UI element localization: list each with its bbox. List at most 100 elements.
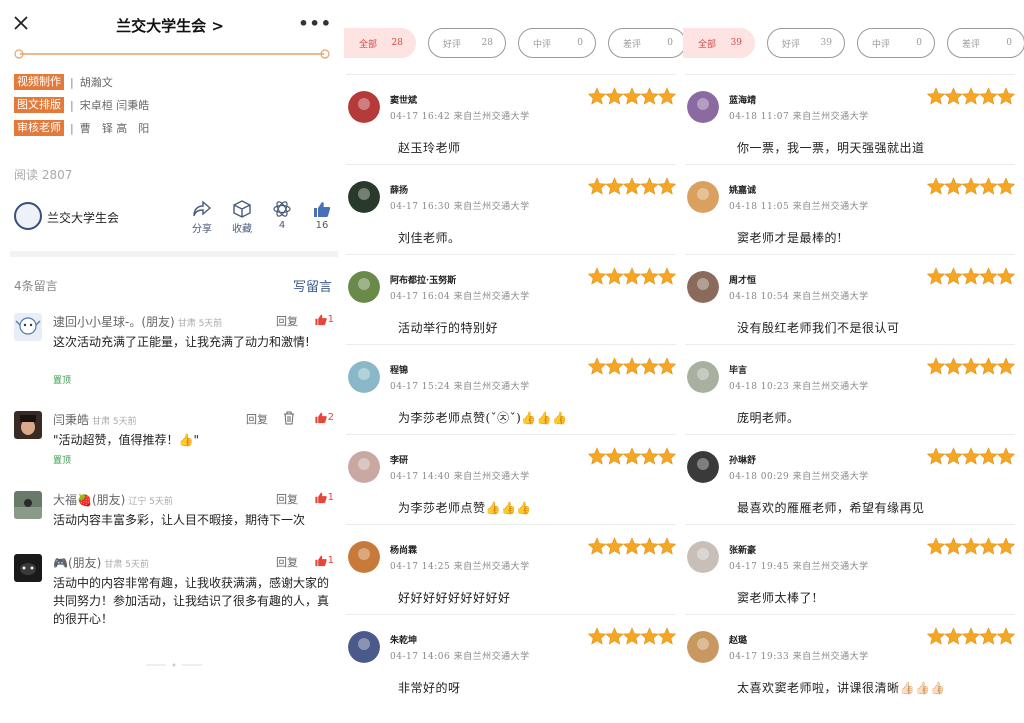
avatar[interactable]	[348, 541, 380, 573]
filter-bar: 全部 39 好评 39 中评 0 差评 0	[683, 28, 1024, 58]
comment-like-button[interactable]: 1	[314, 554, 334, 567]
comment-like-button[interactable]: 1	[314, 491, 334, 504]
avatar[interactable]	[687, 271, 719, 303]
star-icon	[927, 627, 946, 645]
filter-good-button[interactable]: 好评 39	[767, 28, 845, 58]
review-item: 朱乾坤 04-17 14:06 来自兰州交通大学 非常好的呀	[346, 614, 676, 704]
review-text: 活动举行的特别好	[398, 321, 499, 335]
avatar[interactable]	[348, 361, 380, 393]
avatar[interactable]	[687, 631, 719, 663]
star-rating	[927, 357, 1015, 375]
trash-icon[interactable]	[282, 411, 296, 425]
review-item: 姚嘉诚 04-18 11:05 来自兰州交通大学 窦老师才是最棒的!	[685, 164, 1015, 254]
reviewer-name[interactable]: 周才恒	[729, 273, 756, 286]
collect-button[interactable]: 收藏	[224, 200, 260, 235]
reviewer-name[interactable]: 朱乾坤	[390, 633, 417, 646]
reviewer-name[interactable]: 窦世斌	[390, 93, 417, 106]
avatar[interactable]	[348, 181, 380, 213]
review-text: 窦老师才是最棒的!	[737, 231, 843, 245]
comment-body: "活动超赞，值得推荐！👍"	[53, 433, 199, 447]
comment-like-button[interactable]: 1	[314, 313, 334, 326]
avatar[interactable]	[687, 181, 719, 213]
filter-neutral-button[interactable]: 中评 0	[518, 28, 596, 58]
review-item: 程锦 04-17 15:24 来自兰州交通大学 为李莎老师点赞(ˇ㉨ˇ)👍👍👍	[346, 344, 676, 434]
comment-author[interactable]: 大福🍓(朋友)	[53, 493, 125, 507]
star-icon	[640, 267, 659, 285]
thumbs-up-icon	[314, 202, 331, 217]
filter-bad-button[interactable]: 差评 0	[947, 28, 1024, 58]
review-item: 孙琳舒 04-18 00:29 来自兰州交通大学 最喜欢的雁雁老师，希望有缘再见	[685, 434, 1015, 524]
reply-button[interactable]: 回复	[276, 313, 298, 329]
filter-good-button[interactable]: 好评 28	[428, 28, 506, 58]
account-logo[interactable]	[14, 202, 42, 230]
pinned-label: 置顶	[53, 456, 72, 466]
thumbs-up-icon	[315, 314, 327, 326]
review-meta: 04-17 14:40 来自兰州交通大学	[390, 472, 530, 482]
section-divider	[10, 251, 338, 257]
star-icon	[605, 627, 624, 645]
reply-button[interactable]: 回复	[276, 554, 298, 570]
comment-author[interactable]: 🎮(朋友)	[53, 556, 101, 570]
avatar[interactable]	[348, 91, 380, 123]
reviewer-name[interactable]: 赵璐	[729, 633, 747, 646]
more-icon[interactable]: •••	[298, 14, 332, 33]
filter-bad-button[interactable]: 差评 0	[608, 28, 686, 58]
review-text: 刘佳老师。	[398, 231, 461, 245]
account-name[interactable]: 兰交大学生会	[47, 209, 119, 226]
avatar[interactable]	[348, 631, 380, 663]
star-icon	[944, 447, 963, 465]
filter-all-button[interactable]: 全部 39	[683, 28, 755, 58]
avatar[interactable]	[687, 361, 719, 393]
avatar[interactable]	[348, 271, 380, 303]
wow-button[interactable]: 4	[264, 200, 300, 231]
star-icon	[979, 87, 998, 105]
comment-author[interactable]: 逮回小小星球-。(朋友)	[53, 315, 175, 329]
reviewer-name[interactable]: 蓝海靖	[729, 93, 756, 106]
page-title[interactable]: 兰交大学生会 >	[0, 15, 340, 36]
comment-like-button[interactable]: 2	[314, 411, 334, 424]
avatar[interactable]	[348, 451, 380, 483]
review-item: 赵璐 04-17 19:33 来自兰州交通大学 太喜欢窦老师啦，讲课很清晰👍🏻👍🏻👍…	[685, 614, 1015, 704]
star-icon	[979, 447, 998, 465]
comment-author[interactable]: 闫秉皓	[53, 413, 89, 427]
avatar[interactable]	[14, 313, 42, 341]
star-icon	[657, 177, 676, 195]
thumbs-up-icon	[315, 412, 327, 424]
reviewer-name[interactable]: 李研	[390, 453, 408, 466]
filter-count: 39	[820, 38, 832, 48]
avatar[interactable]	[687, 91, 719, 123]
reviewer-name[interactable]: 毕言	[729, 363, 747, 376]
star-icon	[961, 177, 981, 195]
review-meta: 04-17 14:06 来自兰州交通大学	[390, 652, 530, 662]
like-button[interactable]: 16	[304, 200, 340, 231]
filter-neutral-button[interactable]: 中评 0	[857, 28, 935, 58]
reviewer-name[interactable]: 张新豪	[729, 543, 756, 556]
star-rating	[588, 627, 676, 645]
reviewer-name[interactable]: 杨尚霖	[390, 543, 417, 556]
share-label: 分享	[192, 224, 212, 235]
avatar[interactable]	[14, 411, 42, 439]
star-icon	[979, 177, 998, 195]
avatar[interactable]	[687, 451, 719, 483]
review-item: 窦世斌 04-17 16:42 来自兰州交通大学 赵玉玲老师	[346, 74, 676, 164]
star-icon	[996, 177, 1015, 195]
reply-button[interactable]: 回复	[276, 491, 298, 507]
share-icon	[193, 200, 212, 217]
reviewer-name[interactable]: 薛扬	[390, 183, 408, 196]
star-icon	[979, 627, 998, 645]
write-comment-button[interactable]: 写留言	[293, 276, 332, 295]
reviewer-name[interactable]: 程锦	[390, 363, 408, 376]
avatar[interactable]	[14, 491, 42, 519]
reply-button[interactable]: 回复	[246, 411, 268, 427]
reviewer-name[interactable]: 阿布都拉·玉努斯	[390, 273, 456, 286]
filter-all-button[interactable]: 全部 28	[344, 28, 416, 58]
avatar[interactable]	[14, 554, 42, 582]
share-button[interactable]: 分享	[184, 200, 220, 235]
star-icon	[640, 537, 659, 555]
star-icon	[961, 537, 981, 555]
credit-tag: 审核老师	[14, 120, 64, 136]
review-text: 为李莎老师点赞👍👍👍	[398, 501, 532, 515]
reviewer-name[interactable]: 姚嘉诚	[729, 183, 756, 196]
avatar[interactable]	[687, 541, 719, 573]
reviewer-name[interactable]: 孙琳舒	[729, 453, 756, 466]
